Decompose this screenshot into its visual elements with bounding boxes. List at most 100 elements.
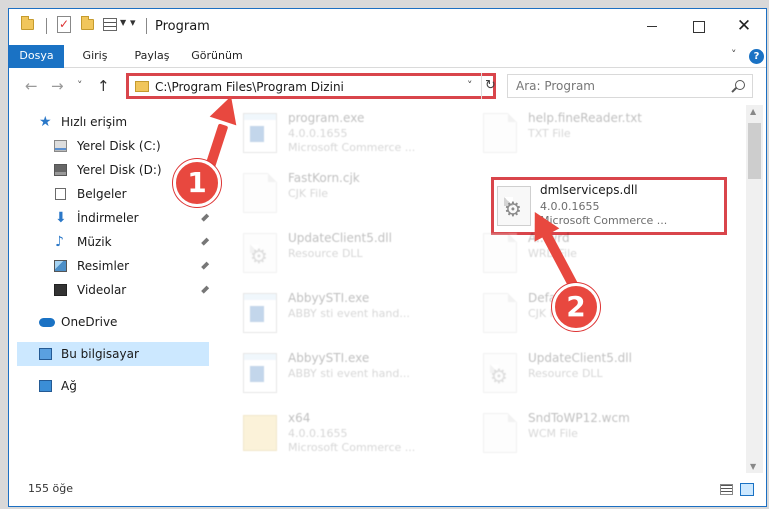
recent-locations-icon[interactable]: ˅ <box>77 79 83 92</box>
refresh-icon[interactable]: ↻ <box>481 73 499 99</box>
help-icon[interactable]: ? <box>749 49 764 64</box>
sidebar-item-downloads[interactable]: ⬇ İndirmeler ▮ <box>17 206 211 230</box>
file-tile[interactable]: x64 4.0.0.1655 Microsoft Commerce ... <box>221 405 461 461</box>
chevron-down-icon[interactable]: ˅ <box>731 48 737 61</box>
application-icon <box>243 353 277 393</box>
sidebar-item-label: İndirmeler <box>77 211 139 225</box>
up-arrow-icon[interactable]: ↑ <box>97 77 110 95</box>
vertical-scrollbar[interactable]: ▲ ▼ <box>746 105 763 473</box>
file-description: Microsoft Commerce ... <box>288 441 416 454</box>
step-2-badge: 2 <box>552 283 600 331</box>
tab-share[interactable]: Paylaş <box>127 45 177 68</box>
window-title: Program <box>155 19 210 34</box>
documents-icon <box>55 188 66 200</box>
file-list: program.exe 4.0.0.1655 Microsoft Commerc… <box>213 105 745 473</box>
tab-view[interactable]: Görünüm <box>187 45 247 68</box>
star-icon: ★ <box>39 114 52 130</box>
search-icon[interactable] <box>735 80 745 90</box>
tiles-view-icon[interactable] <box>740 483 754 496</box>
sidebar-item-label: Hızlı erişim <box>61 115 128 129</box>
navigation-bar: ← → ˅ ↑ C:\Program Files\Program Dizini … <box>9 69 766 103</box>
maximize-button[interactable] <box>675 9 721 43</box>
file-description: ABBY sti event hand... <box>288 307 410 320</box>
status-bar: 155 öğe <box>9 477 766 501</box>
address-dropdown-icon[interactable]: ˅ <box>467 79 473 92</box>
address-path[interactable]: C:\Program Files\Program Dizini <box>155 80 344 94</box>
sidebar-item-quick-access[interactable]: ★ Hızlı erişim <box>17 110 209 134</box>
tab-home[interactable]: Giriş <box>75 45 115 68</box>
computer-icon <box>39 348 52 360</box>
drive-icon <box>54 164 67 176</box>
properties-icon[interactable] <box>103 18 117 31</box>
drive-icon <box>54 140 67 152</box>
sidebar-item-label: Ağ <box>61 379 77 393</box>
item-count: 155 öğe <box>28 482 73 495</box>
sidebar-item-local-disk-c[interactable]: Yerel Disk (C:) <box>17 134 209 158</box>
explorer-window: ✓ ▼ ▾ Program ✕ Dosya Giriş Paylaş Görün… <box>8 8 767 507</box>
file-tile[interactable]: SndToWP12.wcm WCM File <box>461 405 701 461</box>
folder-icon <box>21 16 34 30</box>
file-type: CJK File <box>288 187 329 200</box>
file-name: UpdateClient5.dll <box>528 351 632 365</box>
scroll-up-icon[interactable]: ▲ <box>750 107 756 116</box>
minimize-button[interactable] <box>629 9 675 43</box>
sidebar-item-label: Videolar <box>77 283 127 297</box>
file-tile[interactable]: AbbyySTI.exe ABBY sti event hand... <box>221 345 461 401</box>
file-tile[interactable]: UpdateClient5.dll Resource DLL <box>221 225 461 281</box>
ribbon-tabs: Dosya Giriş Paylaş Görünüm ˅ ? <box>9 45 766 68</box>
toolbar-divider <box>146 18 147 34</box>
file-tile[interactable]: UpdateClient5.dll Resource DLL <box>461 345 701 401</box>
sidebar-item-label: Resimler <box>77 259 130 273</box>
sidebar-item-onedrive[interactable]: OneDrive <box>17 310 209 334</box>
scrollbar-thumb[interactable] <box>748 123 761 179</box>
file-tile[interactable]: A...wrd WRD File <box>461 225 701 281</box>
close-button[interactable]: ✕ <box>721 9 766 43</box>
title-bar: ✓ ▼ ▾ Program ✕ <box>9 9 766 45</box>
properties-check-icon[interactable]: ✓ <box>57 16 71 33</box>
file-name: SndToWP12.wcm <box>528 411 630 425</box>
back-arrow-icon[interactable]: ← <box>25 77 38 95</box>
file-description: Microsoft Commerce ... <box>288 141 416 154</box>
videos-icon <box>54 284 67 296</box>
file-name: AbbyySTI.exe <box>288 351 370 365</box>
toolbar-divider <box>46 18 47 34</box>
customize-toolbar-icon[interactable]: ▾ <box>130 16 136 29</box>
sidebar-item-pictures[interactable]: Resimler ▮ <box>17 254 211 278</box>
file-name: UpdateClient5.dll <box>288 231 392 245</box>
sidebar-item-label: Yerel Disk (D:) <box>77 163 162 177</box>
file-icon <box>483 293 517 333</box>
file-name: AbbyySTI.exe <box>288 291 370 305</box>
details-view-icon[interactable] <box>720 484 733 495</box>
sidebar-item-this-pc[interactable]: Bu bilgisayar <box>17 342 209 366</box>
address-bar[interactable]: C:\Program Files\Program Dizini ˅ ↻ <box>126 73 496 99</box>
dll-gear-icon <box>483 353 517 393</box>
sidebar-item-music[interactable]: ♪ Müzik ▮ <box>17 230 211 254</box>
file-icon <box>483 233 517 273</box>
file-description: ABBY sti event hand... <box>288 367 410 380</box>
cloud-icon <box>39 318 55 327</box>
sidebar-item-videos[interactable]: Videolar ▮ <box>17 278 211 302</box>
file-name: FastKorn.cjk <box>288 171 360 185</box>
file-type: Resource DLL <box>288 247 363 260</box>
new-folder-icon[interactable] <box>81 16 94 30</box>
file-tile[interactable]: AbbyySTI.exe ABBY sti event hand... <box>221 285 461 341</box>
scroll-down-icon[interactable]: ▼ <box>750 462 756 471</box>
file-name: help.fineReader.txt <box>528 111 642 125</box>
file-name: x64 <box>288 411 311 425</box>
application-icon <box>243 293 277 333</box>
file-version: 4.0.0.1655 <box>288 127 348 140</box>
sidebar-item-label: Belgeler <box>77 187 127 201</box>
dll-gear-icon <box>243 233 277 273</box>
sidebar-item-label: Bu bilgisayar <box>61 347 139 361</box>
file-type: WCM File <box>528 427 578 440</box>
folder-icon <box>135 81 149 92</box>
file-tile[interactable]: program.exe 4.0.0.1655 Microsoft Commerc… <box>221 105 461 161</box>
search-input[interactable]: Ara: Program <box>507 74 753 98</box>
chevron-down-icon[interactable]: ▼ <box>120 18 126 27</box>
file-icon <box>483 413 517 453</box>
sidebar-item-network[interactable]: Ağ <box>17 374 209 398</box>
file-tile[interactable]: help.fineReader.txt TXT File <box>461 105 701 161</box>
tab-file[interactable]: Dosya <box>9 45 64 68</box>
forward-arrow-icon[interactable]: → <box>51 77 64 95</box>
file-tile[interactable]: FastKorn.cjk CJK File <box>221 165 461 221</box>
